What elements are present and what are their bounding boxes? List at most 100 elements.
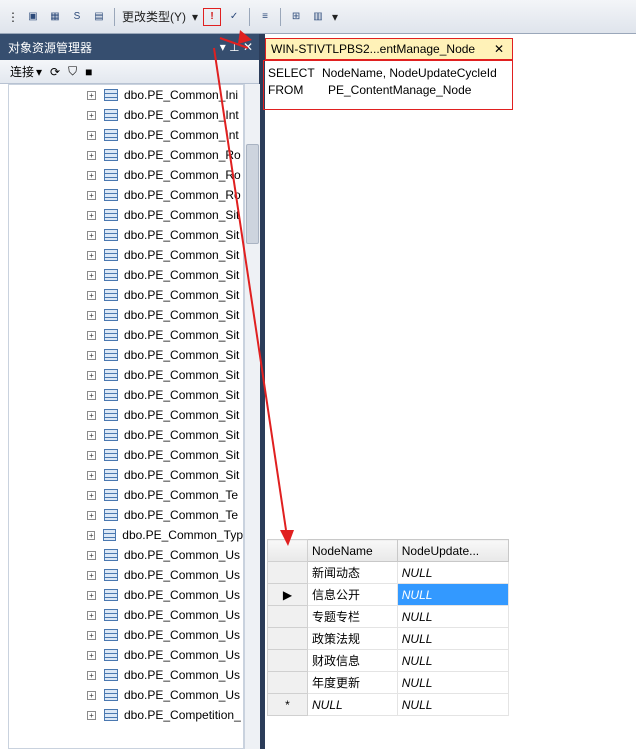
expand-icon[interactable]: + [87, 650, 96, 660]
tree-item-table[interactable]: + dbo.PE_Common_Typ [9, 525, 243, 545]
tree-item-table[interactable]: + dbo.PE_Common_Sit [9, 265, 243, 285]
tree-item-table[interactable]: + dbo.PE_Common_Ro [9, 165, 243, 185]
tree-item-table[interactable]: + dbo.PE_Common_Us [9, 625, 243, 645]
tree-item-table[interactable]: + dbo.PE_Common_Us [9, 665, 243, 685]
connect-dropdown-icon[interactable]: ▾ [36, 65, 42, 79]
row-header[interactable] [267, 561, 308, 584]
table-cell[interactable]: NULL [396, 605, 510, 628]
expand-icon[interactable]: + [87, 170, 96, 180]
expand-icon[interactable]: + [87, 250, 96, 260]
expand-icon[interactable]: + [87, 610, 96, 620]
tree-item-table[interactable]: + dbo.PE_Common_Ini [9, 85, 243, 105]
tree-item-table[interactable]: + dbo.PE_Common_Sit [9, 405, 243, 425]
tree-item-table[interactable]: + dbo.PE_Common_Sit [9, 225, 243, 245]
overflow-icon[interactable]: ▾ [329, 10, 341, 24]
table-cell[interactable]: 政策法规 [307, 627, 398, 650]
new-derived-icon[interactable]: ▥ [309, 8, 327, 26]
close-icon[interactable]: ✕ [494, 42, 504, 56]
row-header[interactable] [267, 627, 308, 650]
tree-scrollbar[interactable] [244, 84, 260, 749]
table-cell[interactable]: 专题专栏 [307, 605, 398, 628]
expand-icon[interactable]: + [87, 550, 96, 560]
dropdown-icon[interactable]: ▾ [189, 10, 201, 24]
tree-item-table[interactable]: + dbo.PE_Common_Sit [9, 205, 243, 225]
expand-icon[interactable]: + [87, 710, 96, 720]
table-cell[interactable]: NULL [396, 693, 510, 716]
results-pane-icon[interactable]: ▤ [90, 8, 108, 26]
table-row[interactable]: 专题专栏 NULL [267, 605, 510, 628]
expand-icon[interactable]: + [87, 410, 96, 420]
expand-icon[interactable]: + [87, 330, 96, 340]
table-cell[interactable]: NULL [396, 671, 510, 694]
object-tree[interactable]: + dbo.PE_Common_Ini + dbo.PE_Common_Int + dbo… [8, 84, 244, 749]
expand-icon[interactable]: + [87, 110, 96, 120]
change-type-button[interactable]: 更改类型(Y) [119, 8, 189, 25]
tree-item-table[interactable]: + dbo.PE_Common_Us [9, 605, 243, 625]
tree-item-table[interactable]: + dbo.PE_Competition_ [9, 705, 243, 725]
scroll-thumb[interactable] [246, 144, 259, 244]
tree-item-table[interactable]: + dbo.PE_Common_Te [9, 505, 243, 525]
tree-item-table[interactable]: + dbo.PE_Common_Us [9, 645, 243, 665]
results-grid[interactable]: NodeName NodeUpdate... 新闻动态 NULL ▶ 信息公开 NULL… [267, 539, 510, 716]
expand-icon[interactable]: + [87, 530, 96, 540]
tree-item-table[interactable]: + dbo.PE_Common_Sit [9, 365, 243, 385]
grid-icon[interactable]: ▦ [46, 8, 64, 26]
expand-icon[interactable]: + [87, 130, 96, 140]
tree-item-table[interactable]: + dbo.PE_Common_Us [9, 585, 243, 605]
expand-icon[interactable]: + [87, 190, 96, 200]
execute-icon[interactable]: ! [203, 7, 222, 26]
connect-button[interactable]: 连接 [10, 63, 34, 80]
table-row[interactable]: 财政信息 NULL [267, 649, 510, 672]
table-cell[interactable]: NULL [396, 649, 510, 672]
expand-icon[interactable]: + [87, 590, 96, 600]
sql-pane-icon[interactable]: S [68, 8, 86, 26]
tree-item-table[interactable]: + dbo.PE_Common_Ro [9, 145, 243, 165]
table-cell[interactable]: NULL [396, 627, 510, 650]
tree-item-table[interactable]: + dbo.PE_Common_Us [9, 685, 243, 705]
tree-item-table[interactable]: + dbo.PE_Common_Sit [9, 345, 243, 365]
table-row[interactable]: 年度更新 NULL [267, 671, 510, 694]
query-tab[interactable]: WIN-STIVTLPBS2...entManage_Node ✕ [265, 38, 513, 60]
add-table-icon[interactable]: ⊞ [287, 8, 305, 26]
refresh-icon[interactable]: ⟳ [50, 65, 60, 79]
filter-icon[interactable]: ⛉ [68, 64, 77, 79]
tree-item-table[interactable]: + dbo.PE_Common_Sit [9, 325, 243, 345]
expand-icon[interactable]: + [87, 390, 96, 400]
expand-icon[interactable]: + [87, 370, 96, 380]
expand-icon[interactable]: + [87, 230, 96, 240]
stop-icon[interactable]: ■ [85, 65, 92, 79]
sql-pane[interactable]: SELECT NodeName, NodeUpdateCycleId FROM PE… [263, 60, 513, 110]
row-header[interactable]: ▶ [267, 583, 308, 606]
tree-item-table[interactable]: + dbo.PE_Common_Int [9, 105, 243, 125]
tree-item-table[interactable]: + dbo.PE_Common_Ro [9, 185, 243, 205]
expand-icon[interactable]: + [87, 210, 96, 220]
column-header[interactable]: NodeName [307, 539, 398, 562]
row-header[interactable] [267, 671, 308, 694]
verify-sql-icon[interactable]: ✓ [225, 8, 243, 26]
pin-icon[interactable]: ▾ ⊥ ✕ [220, 40, 253, 54]
table-cell[interactable]: 财政信息 [307, 649, 398, 672]
expand-icon[interactable]: + [87, 630, 96, 640]
expand-icon[interactable]: + [87, 90, 96, 100]
tree-item-table[interactable]: + dbo.PE_Common_Us [9, 565, 243, 585]
row-header[interactable] [267, 605, 308, 628]
expand-icon[interactable]: + [87, 450, 96, 460]
table-row[interactable]: * NULL NULL [267, 693, 510, 716]
expand-icon[interactable]: + [87, 510, 96, 520]
table-cell[interactable]: 新闻动态 [307, 561, 398, 584]
table-cell[interactable]: 信息公开 [307, 583, 398, 606]
column-header[interactable]: NodeUpdate... [396, 539, 510, 562]
expand-icon[interactable]: + [87, 310, 96, 320]
table-row[interactable]: 政策法规 NULL [267, 627, 510, 650]
tree-item-table[interactable]: + dbo.PE_Common_Sit [9, 385, 243, 405]
tree-item-table[interactable]: + dbo.PE_Common_Te [9, 485, 243, 505]
diagram-icon[interactable]: ▣ [24, 8, 42, 26]
expand-icon[interactable]: + [87, 350, 96, 360]
expand-icon[interactable]: + [87, 670, 96, 680]
table-row[interactable]: 新闻动态 NULL [267, 561, 510, 584]
tree-item-table[interactable]: + dbo.PE_Common_Sit [9, 425, 243, 445]
tree-item-table[interactable]: + dbo.PE_Common_Sit [9, 465, 243, 485]
expand-icon[interactable]: + [87, 570, 96, 580]
expand-icon[interactable]: + [87, 430, 96, 440]
tree-item-table[interactable]: + dbo.PE_Common_Us [9, 545, 243, 565]
